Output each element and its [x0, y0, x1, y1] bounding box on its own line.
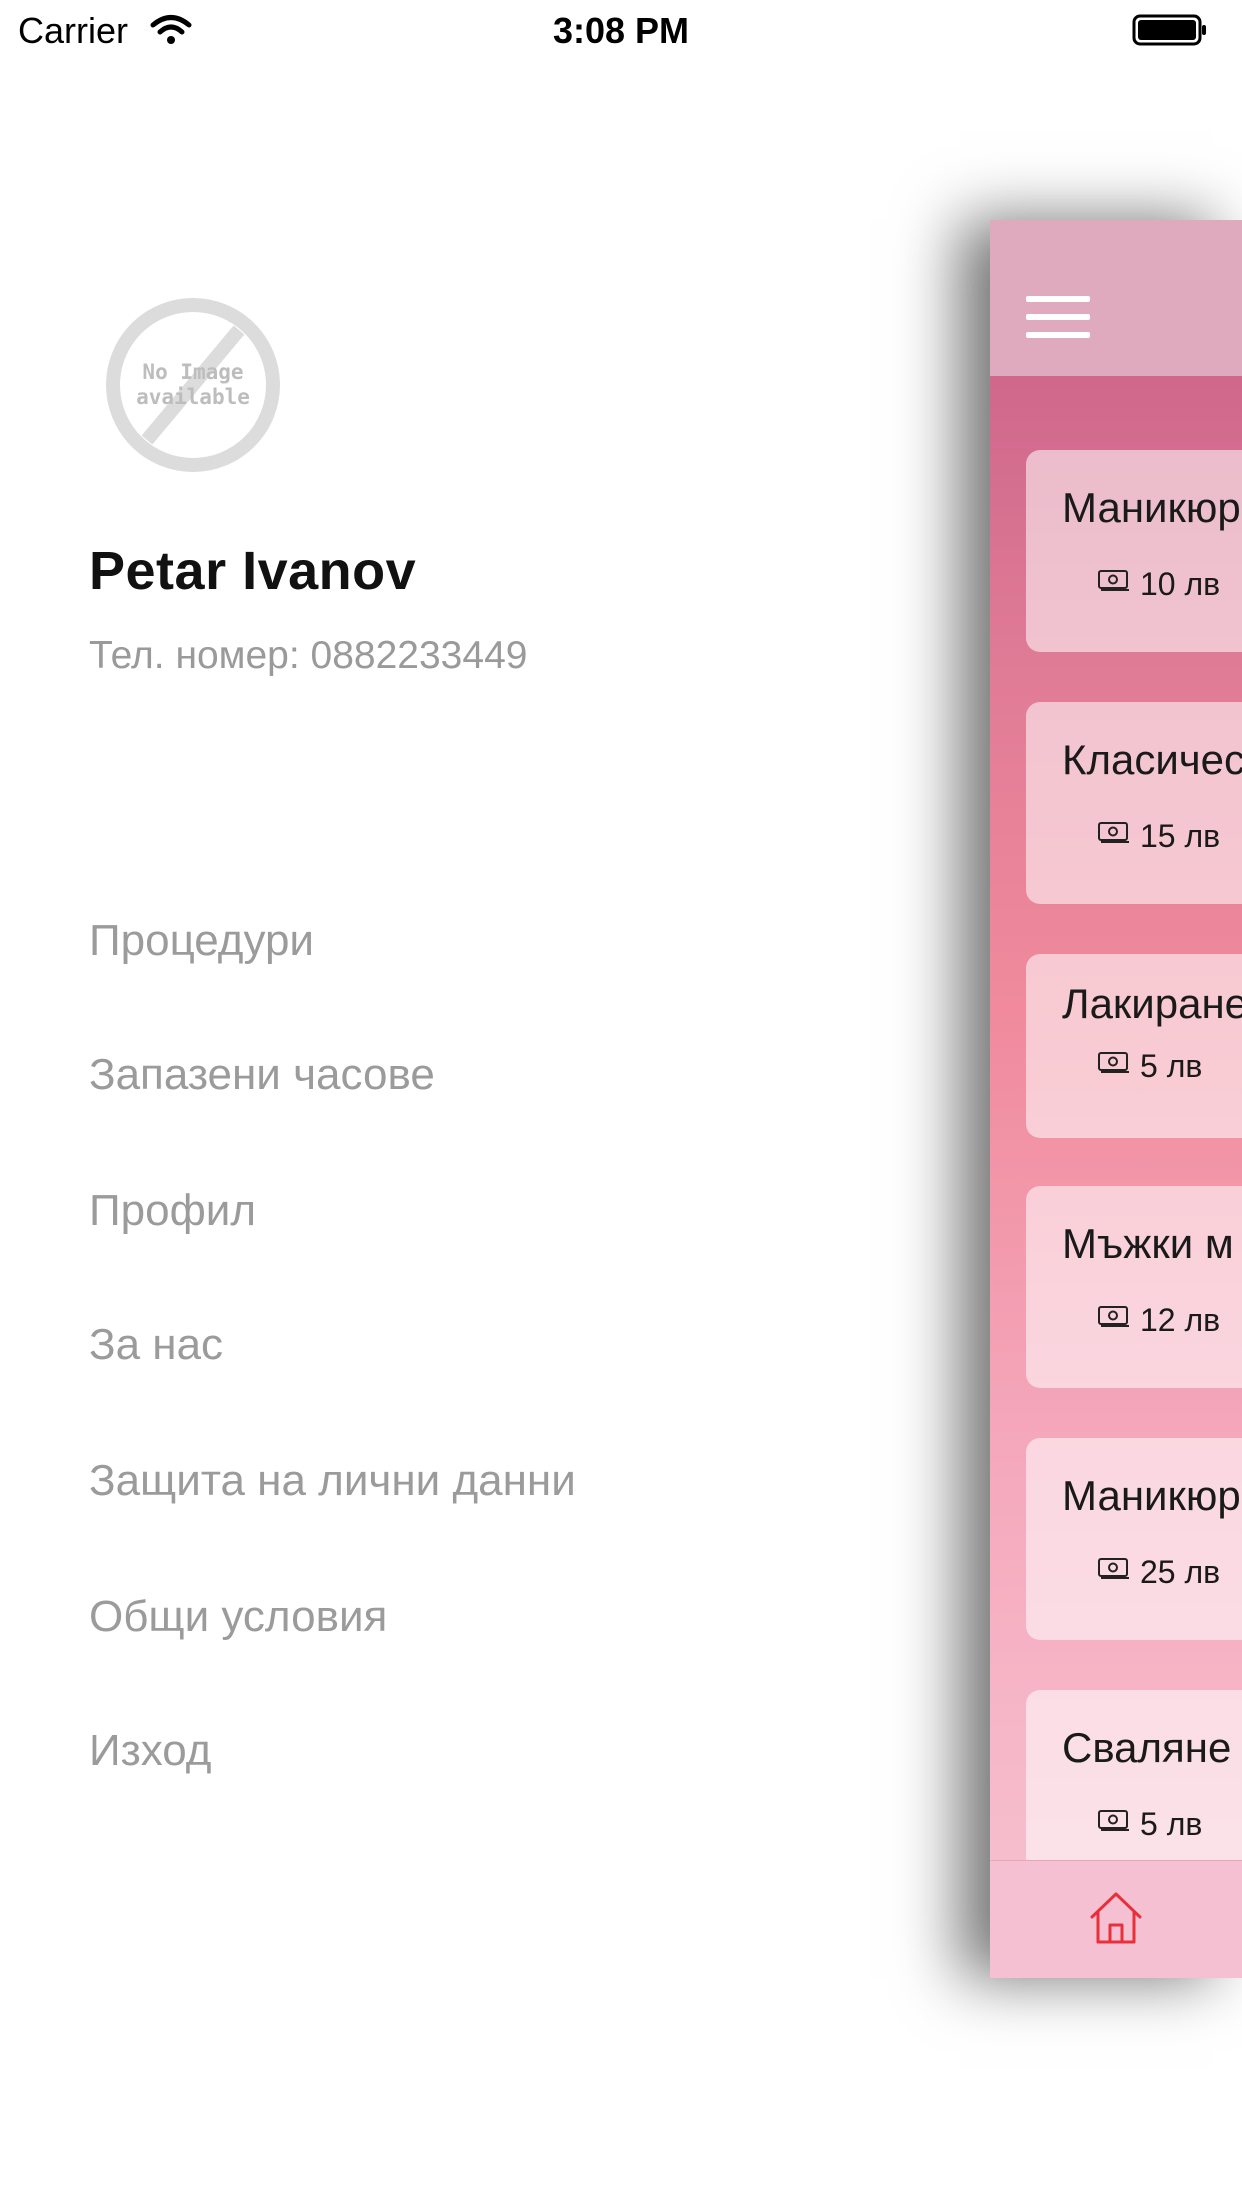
menu-item-procedures[interactable]: Процедури [89, 916, 314, 966]
procedure-title: Маникюр [1062, 1472, 1241, 1519]
avatar-placeholder-icon: No Image available [106, 298, 280, 472]
menu-item-about[interactable]: За нас [89, 1320, 223, 1370]
procedure-title: Мъжки м [1062, 1220, 1234, 1267]
price-text: 10 лв [1140, 566, 1221, 602]
price-text: 12 лв [1140, 1302, 1221, 1338]
menu-item-bookings[interactable]: Запазени часове [89, 1050, 435, 1100]
menu-item-profile[interactable]: Профил [89, 1186, 256, 1236]
procedure-title: Маникюр [1062, 484, 1241, 531]
hamburger-menu-icon[interactable] [1026, 296, 1090, 342]
procedure-card[interactable]: Маникюр 10 лв [1026, 450, 1242, 652]
money-icon [1098, 1052, 1129, 1073]
menu-item-terms[interactable]: Общи условия [89, 1592, 387, 1642]
procedure-title: Сваляне [1062, 1724, 1232, 1771]
money-icon [1098, 1558, 1129, 1579]
avatar-text-line2: available [136, 385, 250, 409]
status-bar: Carrier 3:08 PM [0, 0, 1242, 60]
price-text: 25 лв [1140, 1554, 1221, 1590]
money-icon [1098, 822, 1129, 843]
menu-item-privacy[interactable]: Защита на лични данни [89, 1456, 576, 1506]
avatar-text-line1: No Image [142, 360, 243, 384]
price-text: 15 лв [1140, 818, 1221, 854]
home-icon[interactable] [1086, 1887, 1146, 1947]
money-icon [1098, 1810, 1129, 1831]
battery-icon [1132, 14, 1206, 46]
menu-item-logout[interactable]: Изход [89, 1726, 211, 1776]
bottom-tab-bar [990, 1860, 1242, 1978]
price-text: 5 лв [1140, 1048, 1203, 1084]
procedure-card[interactable]: Мъжки м 12 лв [1026, 1186, 1242, 1388]
procedure-title: Класичес [1062, 736, 1242, 783]
procedure-title: Лакиране [1062, 980, 1242, 1027]
clock: 3:08 PM [552, 10, 690, 51]
money-icon [1098, 570, 1129, 591]
procedure-card[interactable]: Лакиране 5 лв [1026, 954, 1242, 1138]
user-phone: Тел. номер: 0882233449 [89, 634, 528, 677]
procedure-card[interactable]: Маникюр 25 лв [1026, 1438, 1242, 1640]
header-bar [990, 220, 1242, 376]
price-text: 5 лв [1140, 1806, 1203, 1842]
main-content-panel[interactable]: Маникюр 10 лв Класичес 15 лв Лакиране 5 … [990, 220, 1242, 1978]
user-name: Petar Ivanov [89, 541, 417, 601]
procedure-card[interactable]: Класичес 15 лв [1026, 702, 1242, 904]
money-icon [1098, 1306, 1129, 1327]
